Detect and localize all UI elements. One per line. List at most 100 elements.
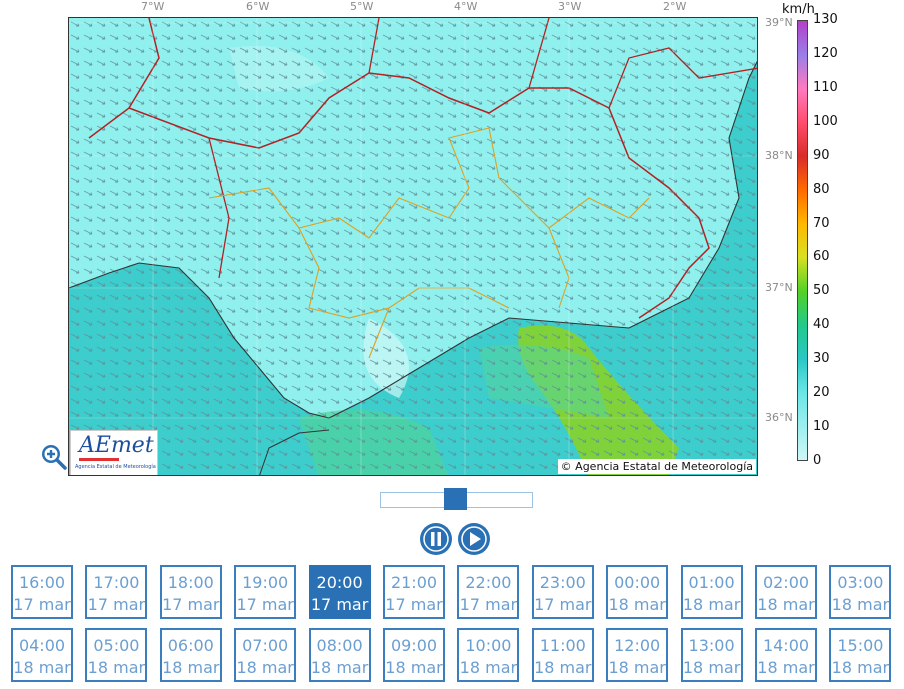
time-button[interactable]: 08:00 18 mar xyxy=(308,628,371,682)
time-button-hour: 02:00 xyxy=(762,573,810,592)
legend-unit: km/h xyxy=(782,2,815,17)
time-button-date: 18 mar xyxy=(87,658,146,677)
time-button[interactable]: 09:00 18 mar xyxy=(383,628,445,682)
time-button[interactable]: 15:00 18 mar xyxy=(829,628,892,682)
longitude-label: 4°W xyxy=(454,0,478,13)
time-button-date: 18 mar xyxy=(757,658,815,677)
time-button-hour: 13:00 xyxy=(688,636,735,655)
latitude-label: 38°N xyxy=(765,149,793,162)
longitude-label: 5°W xyxy=(350,0,374,13)
time-button-date: 18 mar xyxy=(534,658,592,677)
time-button-hour: 22:00 xyxy=(465,573,512,592)
play-icon xyxy=(461,526,487,552)
time-button-date: 18 mar xyxy=(385,658,443,677)
time-button[interactable]: 18:00 17 mar xyxy=(159,565,222,619)
aemet-logo-subtitle: Agencia Estatal de Meteorología xyxy=(75,464,156,470)
time-button[interactable]: 14:00 18 mar xyxy=(755,628,817,682)
time-button[interactable]: 05:00 18 mar xyxy=(85,628,148,682)
time-button-hour: 08:00 xyxy=(316,636,363,655)
time-button-hour: 03:00 xyxy=(837,573,884,592)
time-button-date: 18 mar xyxy=(831,595,890,614)
colorbar-tick-label: 100 xyxy=(813,113,838,129)
time-button-hour: 21:00 xyxy=(390,573,438,592)
time-button[interactable]: 19:00 17 mar xyxy=(234,565,297,619)
colorbar-tick-label: 10 xyxy=(813,419,830,435)
time-button-hour: 10:00 xyxy=(465,636,512,655)
time-button-date: 17 mar xyxy=(534,595,592,614)
pause-button[interactable] xyxy=(420,523,452,555)
time-button[interactable]: 12:00 18 mar xyxy=(606,628,669,682)
time-button-date: 18 mar xyxy=(310,658,369,677)
time-button-hour: 09:00 xyxy=(390,636,438,655)
longitude-label: 2°W xyxy=(663,0,687,13)
zoom-in-icon[interactable] xyxy=(40,443,68,471)
time-button-date: 17 mar xyxy=(87,595,146,614)
time-button-hour: 19:00 xyxy=(242,573,289,592)
longitude-label: 7°W xyxy=(141,0,165,13)
time-button-date: 18 mar xyxy=(682,595,741,614)
time-button-hour: 15:00 xyxy=(837,636,884,655)
pause-icon xyxy=(423,526,449,552)
colorbar-tick-label: 90 xyxy=(813,147,830,163)
colorbar-tick-label: 110 xyxy=(813,79,838,95)
time-button-hour: 07:00 xyxy=(242,636,289,655)
colorbar-tick-label: 130 xyxy=(813,12,838,27)
time-button[interactable]: 11:00 18 mar xyxy=(531,628,594,682)
time-button-hour: 04:00 xyxy=(18,636,66,655)
time-button-date: 17 mar xyxy=(236,595,294,614)
time-button[interactable]: 02:00 18 mar xyxy=(755,565,817,619)
time-button-hour: 16:00 xyxy=(18,573,66,592)
time-button[interactable]: 22:00 17 mar xyxy=(457,565,520,619)
time-button-hour: 01:00 xyxy=(688,573,735,592)
time-button[interactable]: 04:00 18 mar xyxy=(11,628,73,682)
time-button-date: 17 mar xyxy=(385,595,443,614)
time-button-date: 18 mar xyxy=(162,658,220,677)
latitude-label: 37°N xyxy=(765,281,793,294)
wind-speed-colorbar xyxy=(797,20,808,461)
time-button-date: 18 mar xyxy=(757,595,815,614)
time-button-date: 18 mar xyxy=(682,658,741,677)
time-button-date: 17 mar xyxy=(310,595,369,614)
play-button[interactable] xyxy=(458,523,490,555)
time-button[interactable]: 23:00 17 mar xyxy=(531,565,594,619)
time-button[interactable]: 07:00 18 mar xyxy=(234,628,297,682)
time-button-date: 18 mar xyxy=(831,658,890,677)
time-button[interactable]: 06:00 18 mar xyxy=(159,628,222,682)
time-button-date: 18 mar xyxy=(608,595,666,614)
latitude-label: 36°N xyxy=(765,411,793,424)
time-button-date: 17 mar xyxy=(162,595,220,614)
time-button[interactable]: 17:00 17 mar xyxy=(85,565,148,619)
time-button-date: 17 mar xyxy=(459,595,518,614)
time-button-hour: 18:00 xyxy=(167,573,214,592)
copyright-notice: © Agencia Estatal de Meteorología xyxy=(557,459,756,474)
time-button[interactable]: 10:00 18 mar xyxy=(457,628,520,682)
time-button-hour: 17:00 xyxy=(93,573,140,592)
time-button[interactable]: 21:00 17 mar xyxy=(383,565,445,619)
colorbar-tick-label: 50 xyxy=(813,283,830,299)
time-button[interactable]: 03:00 18 mar xyxy=(829,565,892,619)
time-button-date: 17 mar xyxy=(13,595,71,614)
colorbar-tick-label: 120 xyxy=(813,45,838,61)
latitude-label: 39°N xyxy=(765,16,793,29)
time-button-hour: 12:00 xyxy=(614,636,661,655)
aemet-logo: AEmet Agencia Estatal de Meteorología xyxy=(70,430,158,475)
time-button[interactable]: 00:00 18 mar xyxy=(606,565,669,619)
time-button-hour: 06:00 xyxy=(167,636,214,655)
colorbar-tick-label: 60 xyxy=(813,249,830,265)
time-button-hour: 14:00 xyxy=(762,636,810,655)
time-button-hour: 20:00 xyxy=(316,573,363,592)
wind-map[interactable]: AEmet Agencia Estatal de Meteorología © … xyxy=(68,17,758,476)
time-button[interactable]: 16:00 17 mar xyxy=(11,565,73,619)
time-button-date: 18 mar xyxy=(13,658,71,677)
longitude-label: 3°W xyxy=(558,0,582,13)
time-slider-thumb[interactable] xyxy=(444,488,467,510)
time-button[interactable]: 01:00 18 mar xyxy=(680,565,743,619)
colorbar-tick-label: 20 xyxy=(813,385,830,401)
time-button-hour: 23:00 xyxy=(539,573,586,592)
time-button-hour: 11:00 xyxy=(539,636,586,655)
time-button[interactable]: 13:00 18 mar xyxy=(680,628,743,682)
colorbar-tick-label: 40 xyxy=(813,317,830,333)
time-button[interactable]: 20:00 17 mar xyxy=(308,565,371,619)
time-button-date: 18 mar xyxy=(459,658,518,677)
longitude-label: 6°W xyxy=(246,0,270,13)
